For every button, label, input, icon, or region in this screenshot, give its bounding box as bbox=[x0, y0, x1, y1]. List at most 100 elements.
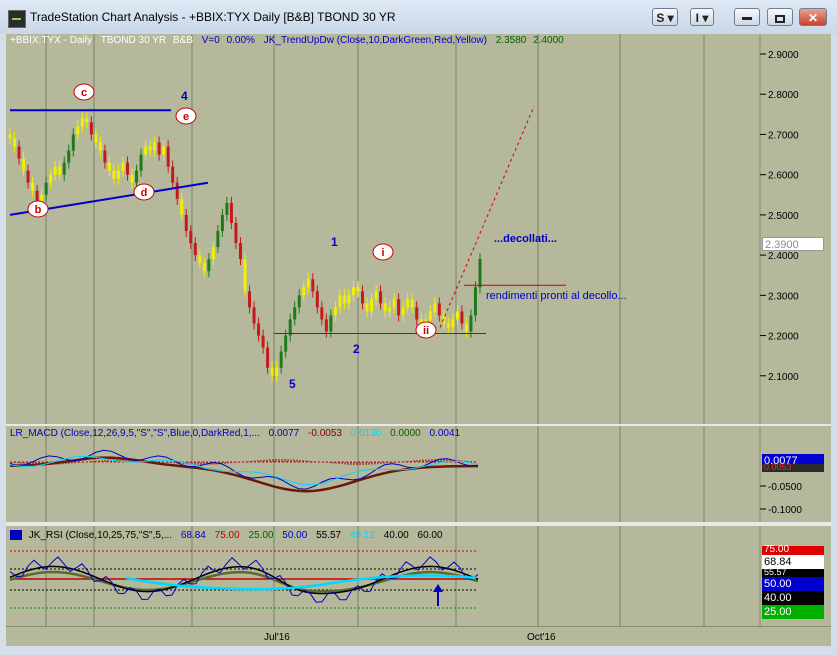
price-axis-label: 2.5000 bbox=[768, 211, 799, 222]
candle-body bbox=[338, 295, 342, 308]
rsi-value-4: 50.00 bbox=[282, 530, 308, 541]
candle-body bbox=[225, 202, 229, 215]
time-label-jul: Jul'16 bbox=[264, 632, 290, 643]
rsi-color-icon bbox=[10, 530, 22, 541]
candle-body bbox=[126, 162, 129, 175]
candle-body bbox=[144, 146, 148, 155]
maximize-icon bbox=[775, 14, 785, 23]
candle-body bbox=[193, 243, 197, 256]
candle-body bbox=[135, 170, 139, 183]
wave-c-label: c bbox=[81, 87, 87, 99]
price-pane[interactable]: 2.9000 2.8000 2.7000 2.6000 2.5000 2.4000 2.30… bbox=[6, 34, 831, 424]
candle-body bbox=[8, 134, 12, 139]
interval-link-button[interactable]: I ▾ bbox=[690, 8, 714, 26]
candle-body bbox=[171, 166, 175, 183]
window-bottom-border bbox=[0, 646, 837, 655]
wave-2-label: 2 bbox=[353, 342, 360, 356]
price-axis-label: 2.7000 bbox=[768, 130, 799, 141]
rsi-value-5: 55.57 bbox=[316, 530, 342, 541]
candle-body bbox=[17, 146, 21, 159]
macd-pane[interactable]: -0.0500 -0.1000 bbox=[6, 426, 831, 522]
candle-body bbox=[248, 291, 252, 308]
candle-body bbox=[130, 174, 134, 183]
candle-body bbox=[166, 146, 170, 167]
candle-body bbox=[437, 303, 441, 316]
wave-i-label: i bbox=[381, 247, 384, 259]
candle-body bbox=[216, 230, 220, 248]
candle-body bbox=[311, 279, 315, 292]
time-axis[interactable]: Jul'16 Oct'16 bbox=[6, 626, 831, 647]
macd-value-1: 0.0077 bbox=[268, 428, 300, 439]
candle-body bbox=[198, 255, 202, 264]
window-titlebar: TradeStation Chart Analysis - +BBIX:TYX … bbox=[0, 0, 837, 35]
candle-body bbox=[13, 138, 17, 147]
candle-body bbox=[374, 291, 378, 300]
close-button[interactable]: ✕ bbox=[799, 8, 827, 26]
candle-body bbox=[451, 319, 455, 328]
macd-chart: -0.0500 -0.1000 bbox=[9, 426, 802, 522]
candle-body bbox=[320, 307, 324, 320]
macd-axis-label: -0.1000 bbox=[768, 505, 802, 516]
candle-body bbox=[315, 291, 319, 308]
candle-body bbox=[464, 323, 468, 332]
wave-e-label: e bbox=[183, 111, 189, 123]
candle-body bbox=[329, 315, 333, 332]
candle-body bbox=[80, 118, 84, 127]
rsi-value-2: 75.00 bbox=[214, 530, 240, 541]
price-axis-label: 2.6000 bbox=[768, 171, 799, 182]
candle-body bbox=[180, 198, 184, 215]
wave-ii-label: ii bbox=[423, 325, 429, 337]
candle-body bbox=[333, 307, 337, 316]
candle-body bbox=[347, 295, 351, 304]
macd-value-3: 0.0130 bbox=[350, 428, 382, 439]
candle-body bbox=[71, 134, 75, 151]
candle-body bbox=[392, 299, 396, 308]
minimize-icon bbox=[742, 17, 752, 21]
annotation-decollati: ...decollati... bbox=[494, 233, 557, 245]
macd-axis-label: -0.0500 bbox=[768, 482, 802, 493]
close-icon: ✕ bbox=[807, 11, 819, 25]
rsi-value-3: 25.00 bbox=[248, 530, 274, 541]
price-axis-label: 2.3000 bbox=[768, 291, 799, 302]
price-header: +BBIX:TYX - Daily TBOND 30 YR B&B V=0 0.… bbox=[10, 35, 564, 46]
candle-body bbox=[351, 287, 355, 296]
indicator-label: JK_TrendUpDw (Close,10,DarkGreen,Red,Yel… bbox=[263, 35, 487, 46]
candle-body bbox=[270, 367, 274, 376]
symbol-link-button[interactable]: S ▾ bbox=[652, 8, 678, 26]
candle-body bbox=[53, 166, 57, 175]
candle-body bbox=[243, 259, 247, 292]
candle-body bbox=[153, 142, 157, 151]
minimize-button[interactable] bbox=[734, 8, 760, 26]
candle-body bbox=[49, 174, 53, 183]
candle-body bbox=[433, 303, 437, 312]
bb-label: B&B bbox=[172, 35, 193, 46]
wave-b-label: b bbox=[35, 204, 42, 216]
candle-body bbox=[98, 142, 102, 151]
wave-d-label: d bbox=[141, 187, 148, 199]
candle-body bbox=[401, 307, 405, 316]
candle-body bbox=[202, 263, 206, 272]
candle-body bbox=[478, 259, 482, 288]
candle-body bbox=[455, 311, 459, 320]
candle-body bbox=[234, 222, 238, 244]
candle-body bbox=[103, 150, 107, 163]
candle-body bbox=[261, 335, 265, 348]
rsi-75-box: 75.00 bbox=[762, 545, 824, 555]
candle-body bbox=[460, 311, 464, 324]
price-axis-label: 2.4000 bbox=[768, 251, 799, 262]
wave-1-label: 1 bbox=[331, 235, 338, 249]
candle-body bbox=[184, 214, 188, 231]
price-axis-label: 2.1000 bbox=[768, 372, 799, 383]
wave-4-label: 4 bbox=[181, 89, 188, 103]
candle-body bbox=[211, 247, 215, 260]
candle-body bbox=[279, 351, 283, 368]
macd-secondary-box: 0.0053 bbox=[762, 463, 824, 472]
maximize-button[interactable] bbox=[767, 8, 793, 26]
candle-body bbox=[383, 303, 387, 312]
candle-body bbox=[284, 335, 288, 352]
candle-body bbox=[207, 259, 211, 272]
rsi-pane[interactable] bbox=[6, 526, 831, 626]
candle-body bbox=[388, 307, 392, 312]
rsi-value-8: 60.00 bbox=[417, 530, 443, 541]
candle-body bbox=[31, 182, 35, 191]
